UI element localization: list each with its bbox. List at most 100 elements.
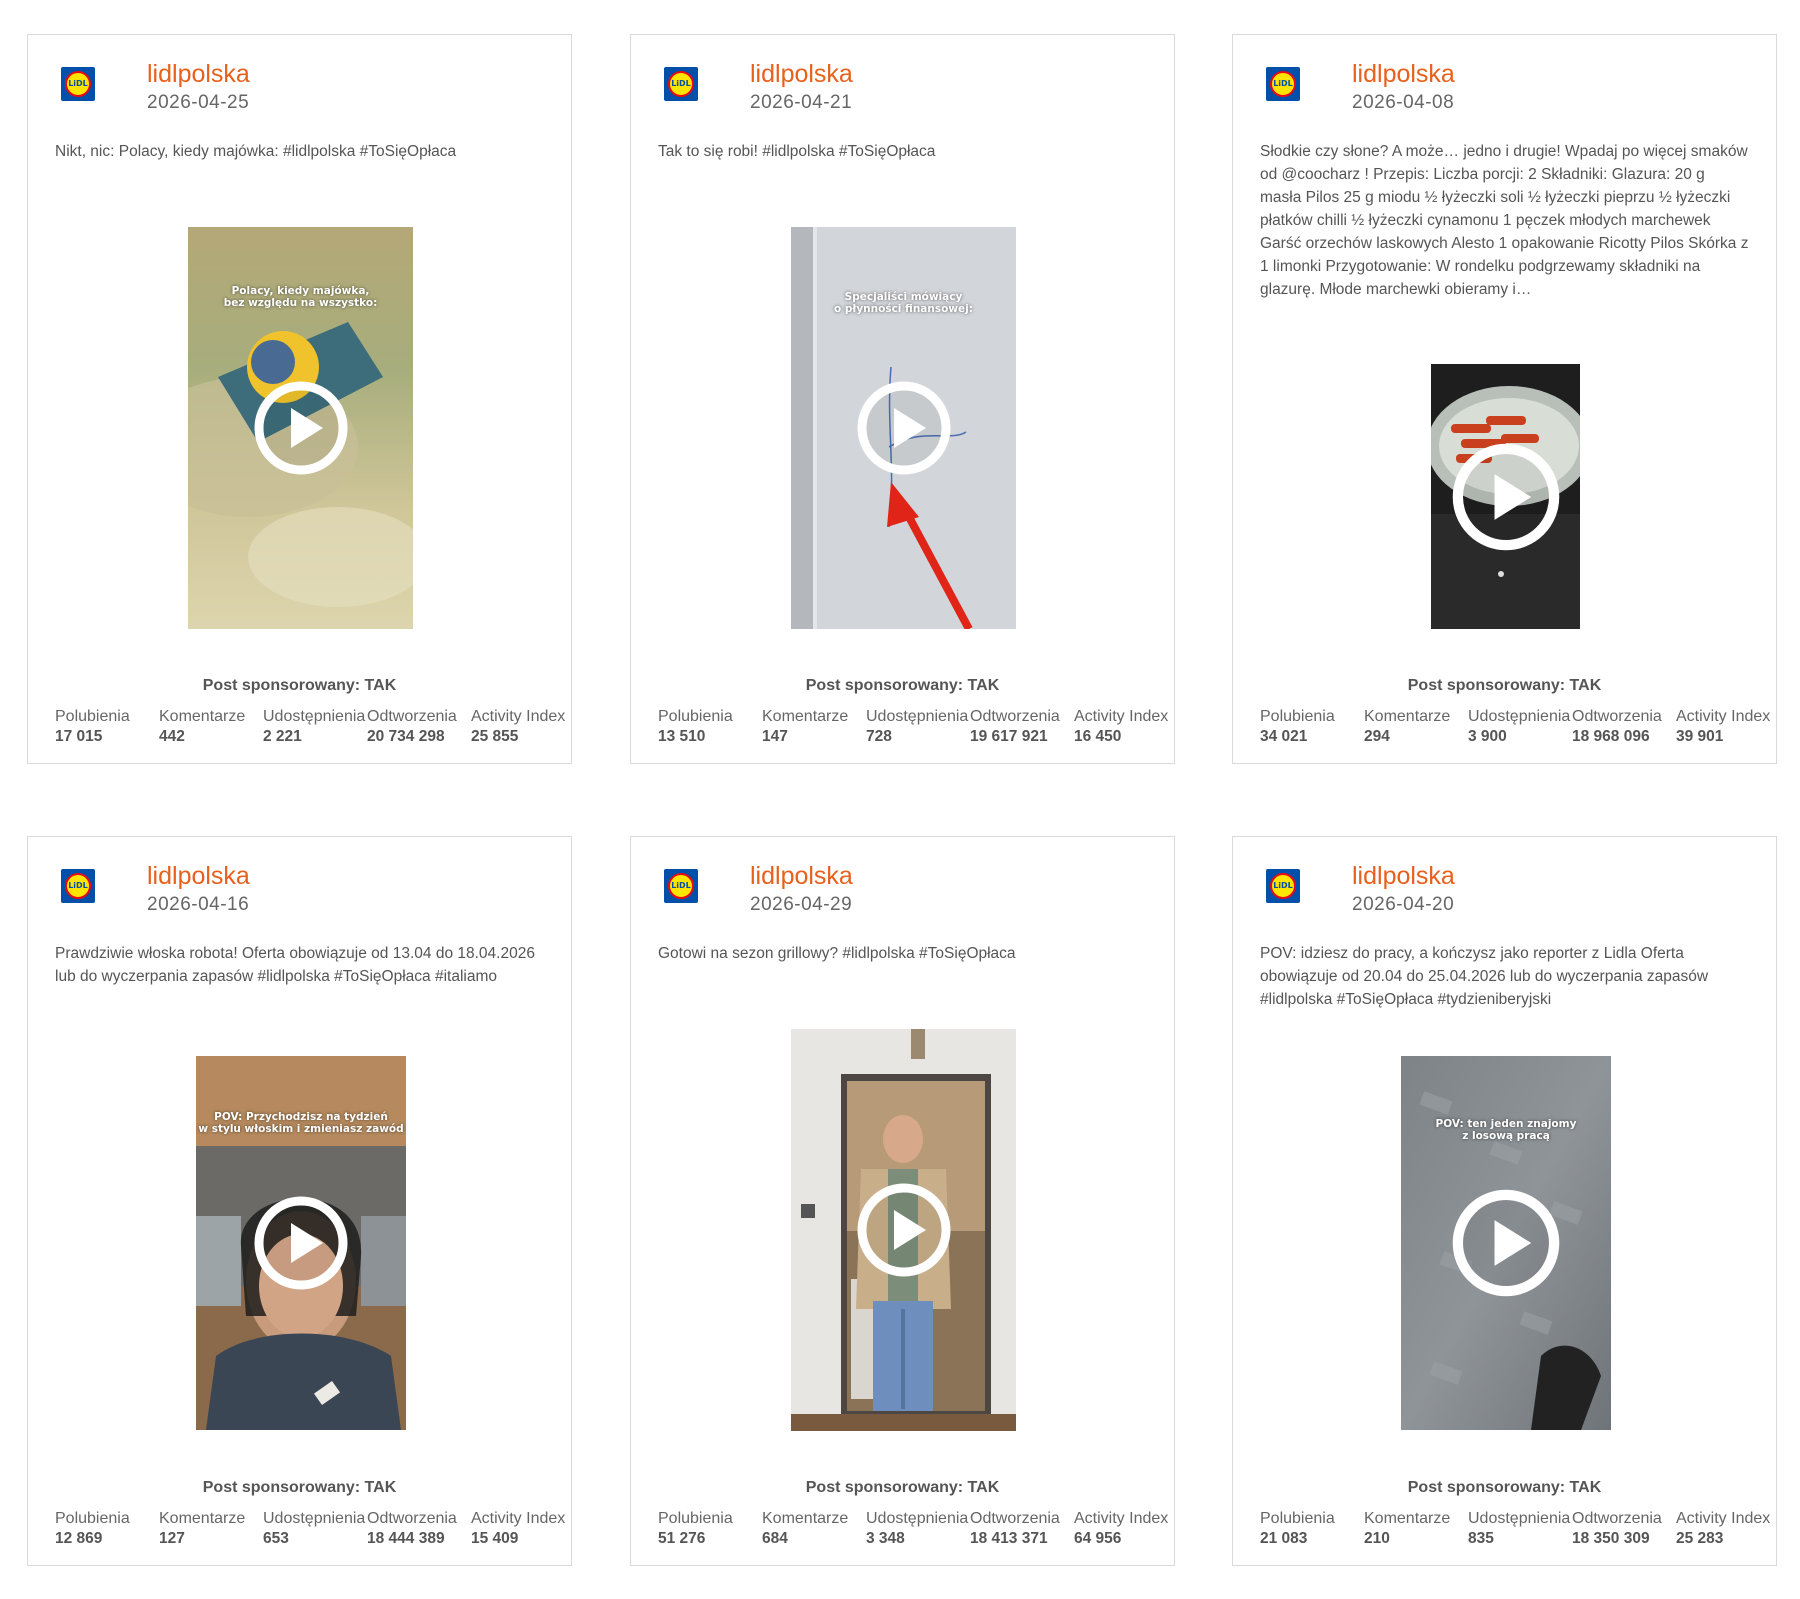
post-card: LiDL lidlpolska 2026-04-21 Tak to się ro… (630, 34, 1175, 764)
stat-label: Polubienia (658, 1510, 733, 1527)
thumbnail-caption: Polacy, kiedy majówka, bez względu na ws… (223, 285, 378, 309)
post-author[interactable]: lidlpolska (750, 60, 853, 89)
stat-views: Odtworzenia 18 413 371 (970, 1510, 1060, 1548)
stat-label: Udostępnienia (263, 1510, 366, 1527)
stat-label: Activity Index (1074, 708, 1169, 725)
stat-label: Udostępnienia (1468, 708, 1571, 725)
stat-shares: Udostępnienia 3 348 (866, 1510, 968, 1548)
stat-label: Polubienia (1260, 708, 1335, 725)
stat-shares: Udostępnienia 835 (1468, 1510, 1570, 1548)
stat-activity-index: Activity Index 25 855 (471, 708, 565, 746)
post-card: LiDL lidlpolska 2026-04-29 Gotowi na sez… (630, 836, 1175, 1566)
stat-label: Komentarze (159, 1510, 246, 1527)
post-author[interactable]: lidlpolska (1352, 60, 1455, 89)
stat-label: Komentarze (1364, 708, 1451, 725)
post-author[interactable]: lidlpolska (147, 60, 250, 89)
stat-label: Odtworzenia (970, 1510, 1060, 1527)
stat-comments: Komentarze 442 (159, 708, 245, 746)
lidl-logo-icon: LiDL (61, 869, 95, 903)
video-thumbnail[interactable] (791, 1029, 1016, 1431)
sponsored-label: Post sponsorowany: TAK (805, 1479, 1000, 1496)
lidl-logo-icon: LiDL (61, 67, 95, 101)
stat-value: 294 (1364, 728, 1390, 745)
stat-value: 64 956 (1074, 1530, 1122, 1547)
stat-label: Polubienia (1260, 1510, 1335, 1527)
stat-value: 51 276 (658, 1530, 706, 1547)
video-thumbnail[interactable]: Polacy, kiedy majówka, bez względu na ws… (188, 227, 413, 629)
play-icon[interactable] (1451, 442, 1561, 552)
video-thumbnail[interactable] (1431, 364, 1580, 629)
stat-label: Activity Index (471, 1510, 566, 1527)
stat-value: 147 (762, 728, 788, 745)
stat-value: 18 968 096 (1572, 728, 1650, 745)
thumbnail-caption: Specjaliści mówiący o płynności finansow… (834, 291, 973, 315)
post-card: LiDL lidlpolska 2026-04-20 POV: idziesz … (1232, 836, 1777, 1566)
thumbnail-caption: POV: ten jeden znajomy z losową pracą (1435, 1118, 1577, 1142)
stat-views: Odtworzenia 18 968 096 (1572, 708, 1662, 746)
stat-label: Activity Index (1074, 1510, 1169, 1527)
stat-comments: Komentarze 147 (762, 708, 848, 746)
stat-value: 18 413 371 (970, 1530, 1048, 1547)
post-stats: Polubienia 21 083 Komentarze 210 Udostępni… (1260, 1510, 1780, 1554)
sponsored-label: Post sponsorowany: TAK (202, 677, 397, 694)
stat-likes: Polubienia 17 015 (55, 708, 130, 746)
stat-value: 39 901 (1676, 728, 1724, 745)
stat-value: 17 015 (55, 728, 103, 745)
stat-likes: Polubienia 12 869 (55, 1510, 130, 1548)
stat-label: Udostępnienia (866, 1510, 969, 1527)
stat-label: Udostępnienia (866, 708, 969, 725)
stat-value: 127 (159, 1530, 185, 1547)
stat-likes: Polubienia 13 510 (658, 708, 733, 746)
stat-value: 25 855 (471, 728, 519, 745)
post-description: Prawdziwie włoska robota! Oferta obowiąz… (55, 945, 535, 985)
post-description: Gotowi na sezon grillowy? #lidlpolska #T… (658, 945, 1016, 962)
stat-value: 653 (263, 1530, 289, 1547)
video-thumbnail[interactable]: Specjaliści mówiący o płynności finansow… (791, 227, 1016, 629)
post-stats: Polubienia 51 276 Komentarze 684 Udostępni… (658, 1510, 1178, 1554)
stat-value: 3 348 (866, 1530, 905, 1547)
lidl-logo-icon: LiDL (664, 869, 698, 903)
stat-value: 18 444 389 (367, 1530, 445, 1547)
post-author[interactable]: lidlpolska (1352, 862, 1455, 891)
play-icon[interactable] (1451, 1188, 1561, 1298)
stat-label: Odtworzenia (367, 708, 457, 725)
play-icon[interactable] (856, 380, 952, 476)
stat-value: 2 221 (263, 728, 302, 745)
stat-views: Odtworzenia 18 350 309 (1572, 1510, 1662, 1548)
post-stats: Polubienia 17 015 Komentarze 442 Udostępni… (55, 708, 575, 752)
thumbnail-caption: POV: Przychodzisz na tydzień w stylu wło… (198, 1111, 404, 1135)
stat-value: 442 (159, 728, 185, 745)
stat-activity-index: Activity Index 25 283 (1676, 1510, 1770, 1548)
stat-label: Polubienia (55, 708, 130, 725)
stat-value: 13 510 (658, 728, 706, 745)
stat-likes: Polubienia 34 021 (1260, 708, 1335, 746)
post-date: 2026-04-20 (1352, 894, 1455, 915)
stat-label: Komentarze (159, 708, 246, 725)
play-icon[interactable] (253, 380, 349, 476)
stat-label: Polubienia (55, 1510, 130, 1527)
post-date: 2026-04-21 (750, 92, 853, 113)
video-thumbnail[interactable]: POV: Przychodzisz na tydzień w stylu wło… (196, 1056, 406, 1430)
stat-label: Komentarze (1364, 1510, 1451, 1527)
play-icon[interactable] (856, 1182, 952, 1278)
video-thumbnail[interactable]: POV: ten jeden znajomy z losową pracą (1401, 1056, 1611, 1430)
stat-activity-index: Activity Index 15 409 (471, 1510, 565, 1548)
post-card: LiDL lidlpolska 2026-04-08 Słodkie czy s… (1232, 34, 1777, 764)
post-description: POV: idziesz do pracy, a kończysz jako r… (1260, 945, 1709, 1008)
stat-label: Odtworzenia (1572, 708, 1662, 725)
sponsored-label: Post sponsorowany: TAK (202, 1479, 397, 1496)
stat-label: Udostępnienia (263, 708, 366, 725)
post-stats: Polubienia 13 510 Komentarze 147 Udostępni… (658, 708, 1178, 752)
stat-label: Komentarze (762, 708, 849, 725)
post-description: Nikt, nic: Polacy, kiedy majówka: #lidlp… (55, 143, 457, 160)
post-date: 2026-04-25 (147, 92, 250, 113)
lidl-logo-icon: LiDL (1266, 67, 1300, 101)
post-date: 2026-04-08 (1352, 92, 1455, 113)
stat-activity-index: Activity Index 64 956 (1074, 1510, 1168, 1548)
stat-activity-index: Activity Index 39 901 (1676, 708, 1770, 746)
stat-comments: Komentarze 294 (1364, 708, 1450, 746)
stat-activity-index: Activity Index 16 450 (1074, 708, 1168, 746)
post-author[interactable]: lidlpolska (147, 862, 250, 891)
play-icon[interactable] (253, 1195, 349, 1291)
post-author[interactable]: lidlpolska (750, 862, 853, 891)
